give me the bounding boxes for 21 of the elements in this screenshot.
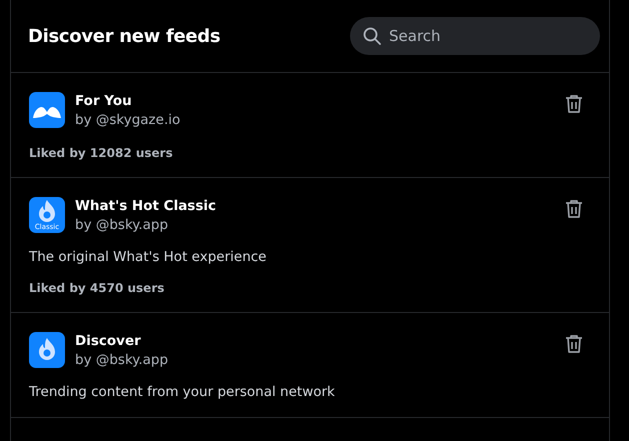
trash-icon — [565, 334, 583, 354]
search-field[interactable]: Search — [350, 17, 600, 55]
feed-name[interactable]: Discover — [75, 332, 553, 351]
feed-description: Trending content from your personal network — [29, 384, 336, 400]
like-count: Liked by 4570 users — [29, 281, 166, 295]
feed-avatar-icon — [29, 92, 65, 128]
feed-author[interactable]: by @skygaze.io — [75, 111, 553, 130]
feed-description: The original What's Hot experience — [29, 249, 268, 265]
trash-icon — [565, 94, 583, 114]
like-count: Liked by 12082 users — [29, 146, 174, 160]
feed-author[interactable]: by @bsky.app — [75, 216, 553, 235]
trash-icon — [565, 199, 583, 219]
page-title: Discover new feeds — [28, 26, 220, 46]
delete-button[interactable] — [563, 332, 585, 356]
flame-avatar-icon — [29, 332, 65, 368]
delete-button[interactable] — [563, 197, 585, 221]
feed-author[interactable]: by @bsky.app — [75, 351, 553, 370]
feed-name[interactable]: For You — [75, 92, 553, 111]
feed-name[interactable]: What's Hot Classic — [75, 197, 553, 216]
flame-avatar-icon — [29, 197, 65, 233]
delete-button[interactable] — [563, 92, 585, 116]
